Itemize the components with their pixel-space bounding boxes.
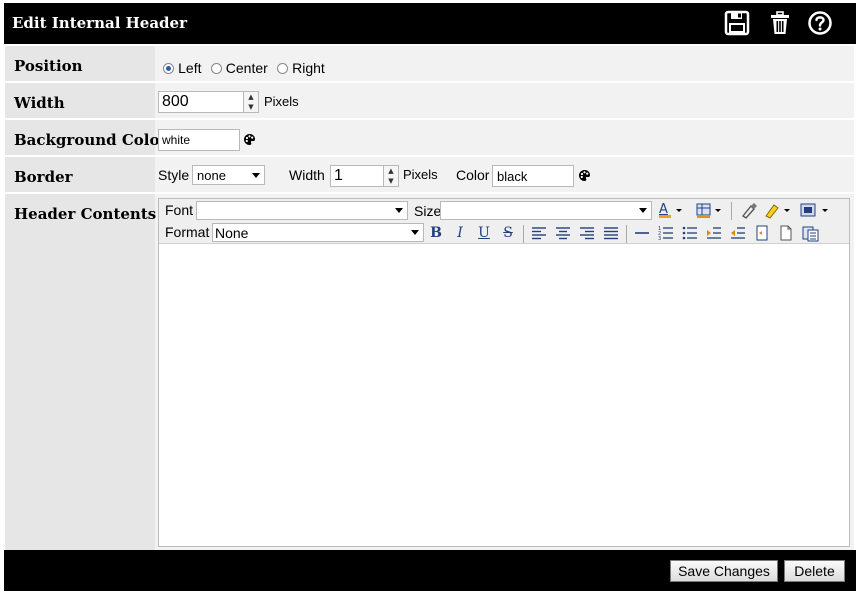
bold-button[interactable]: B	[427, 224, 445, 242]
width-input[interactable]: 800	[158, 91, 244, 113]
stepper-down-icon[interactable]: ▼	[384, 176, 398, 186]
font-select[interactable]	[196, 201, 408, 220]
toolbar-separator	[626, 225, 627, 243]
stepper-down-icon[interactable]: ▼	[244, 102, 258, 112]
toolbar-separator	[523, 225, 524, 243]
help-icon[interactable]	[807, 10, 833, 36]
align-right-icon[interactable]	[577, 224, 597, 242]
chevron-down-icon	[411, 230, 419, 235]
header-contents-label: Header Contents	[14, 205, 157, 223]
editor-content-area[interactable]	[159, 245, 849, 546]
strikethrough-button[interactable]: S	[499, 224, 517, 242]
chevron-down-icon	[395, 208, 403, 213]
align-justify-icon[interactable]	[601, 224, 621, 242]
position-right-label[interactable]: Right	[292, 60, 325, 76]
chevron-down-icon	[252, 173, 260, 178]
border-label: Border	[14, 168, 73, 186]
background-color-label: Background Color	[14, 131, 168, 149]
dialog-title: Edit Internal Header	[12, 14, 187, 32]
value-cell-background	[155, 120, 854, 155]
palette-icon[interactable]	[243, 133, 256, 150]
header-contents-editor: Font Size A Format None B I U S 1 2 3	[158, 198, 850, 547]
dialog-footer: Save Changes Delete	[4, 550, 856, 591]
paste-icon[interactable]	[800, 224, 822, 242]
align-center-icon[interactable]	[553, 224, 573, 242]
border-width-stepper[interactable]: ▲ ▼	[383, 165, 399, 187]
text-color-icon[interactable]: A	[657, 201, 685, 219]
value-cell-width	[155, 83, 854, 118]
insert-object-icon[interactable]	[799, 201, 833, 219]
ordered-list-icon[interactable]: 123	[656, 224, 676, 242]
horizontal-rule-icon[interactable]	[632, 224, 652, 242]
font-label: Font	[165, 202, 194, 218]
trash-icon[interactable]	[767, 10, 793, 36]
width-stepper[interactable]: ▲ ▼	[243, 91, 259, 113]
position-left-radio[interactable]	[163, 63, 174, 74]
border-width-unit: Pixels	[403, 167, 438, 182]
width-label: Width	[14, 94, 65, 112]
border-width-label: Width	[289, 167, 325, 183]
position-center-label[interactable]: Center	[226, 60, 268, 76]
background-color-icon[interactable]	[695, 201, 725, 219]
border-color-input[interactable]: black	[492, 165, 574, 187]
format-select[interactable]: None	[212, 223, 424, 242]
outdent-icon[interactable]	[728, 224, 748, 242]
border-style-value: none	[197, 168, 226, 183]
svg-text:3: 3	[658, 236, 661, 242]
save-icon[interactable]	[724, 10, 750, 36]
unordered-list-icon[interactable]	[680, 224, 700, 242]
border-style-label: Style	[158, 167, 190, 183]
underline-button[interactable]: U	[475, 224, 493, 242]
chevron-down-icon	[639, 208, 647, 213]
border-width-input[interactable]: 1	[330, 165, 384, 187]
save-changes-button[interactable]: Save Changes	[670, 560, 778, 582]
toolbar-separator	[731, 202, 732, 220]
width-unit: Pixels	[264, 94, 299, 109]
align-left-icon[interactable]	[529, 224, 549, 242]
position-label: Position	[14, 57, 83, 75]
position-right-radio[interactable]	[276, 63, 288, 74]
svg-text:A: A	[659, 202, 668, 217]
palette-icon[interactable]	[578, 169, 591, 186]
dialog-frame: Edit Internal Header Position Width Back…	[4, 3, 856, 591]
form-content: Position Width Background Color Border H…	[4, 44, 856, 550]
border-style-select[interactable]: none	[192, 165, 265, 185]
delete-button[interactable]: Delete	[784, 560, 845, 582]
size-select[interactable]	[440, 201, 652, 220]
insert-template-icon[interactable]	[752, 224, 772, 242]
position-radio-group: Left Center Right	[163, 60, 325, 77]
stepper-up-icon[interactable]: ▲	[244, 92, 258, 102]
position-center-radio[interactable]	[210, 63, 222, 74]
size-label: Size	[414, 203, 442, 219]
highlight-icon[interactable]	[763, 201, 793, 219]
border-color-label: Color	[456, 167, 490, 183]
format-value: None	[215, 225, 249, 241]
stepper-up-icon[interactable]: ▲	[384, 166, 398, 176]
background-color-input[interactable]: white	[158, 129, 240, 151]
format-painter-icon[interactable]	[739, 201, 759, 219]
italic-button[interactable]: I	[451, 224, 469, 242]
new-document-icon[interactable]	[776, 224, 796, 242]
format-label: Format	[165, 224, 210, 240]
editor-toolbar: Font Size A Format None B I U S 1 2 3	[159, 199, 849, 244]
label-cell-header-contents	[5, 194, 155, 550]
title-bar: Edit Internal Header	[4, 3, 856, 44]
position-left-label[interactable]: Left	[178, 60, 201, 76]
indent-icon[interactable]	[704, 224, 724, 242]
